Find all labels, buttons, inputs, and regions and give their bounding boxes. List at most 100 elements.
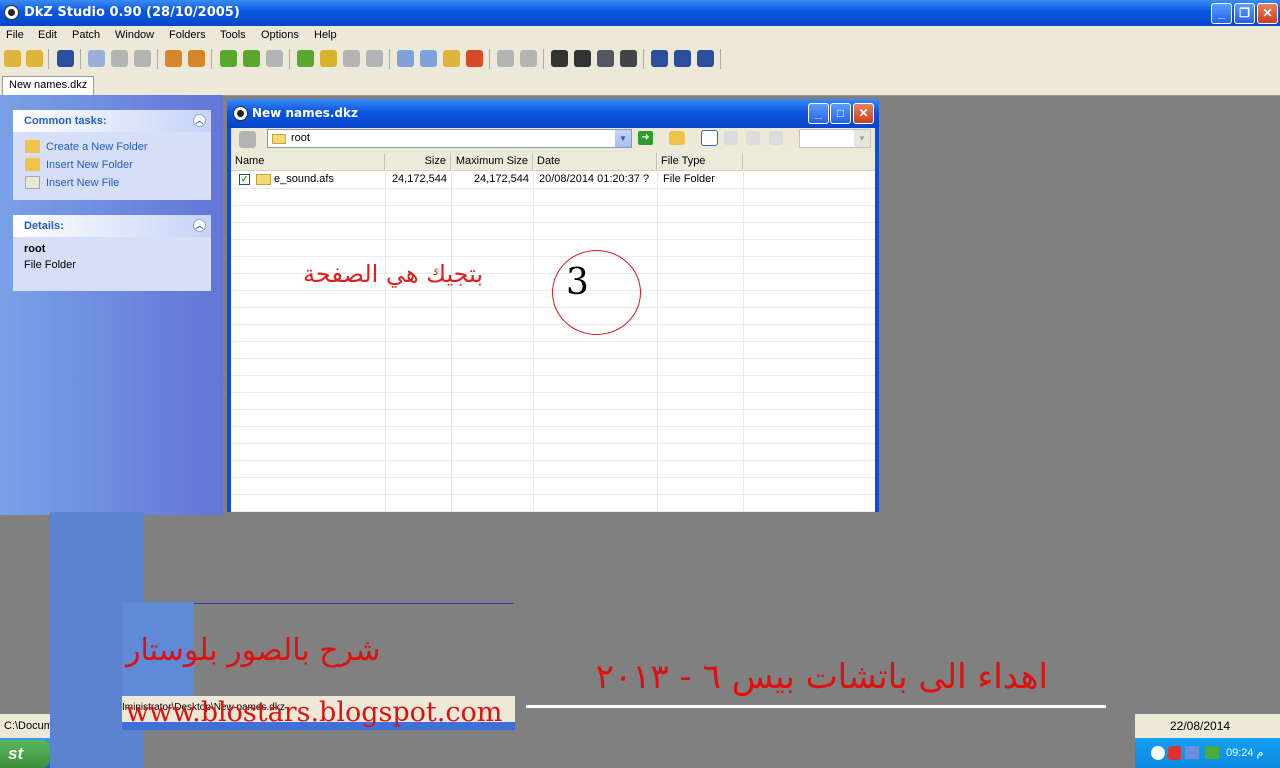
table-row[interactable]: ✓ e_sound.afs 24,172,544 24,172,544 20/0…	[231, 171, 875, 189]
toolbar-separator	[489, 49, 490, 69]
task-pane: Common tasks: ︿ Create a New Folder Inse…	[0, 95, 223, 515]
minimize-button[interactable]: _	[1211, 3, 1232, 24]
empty-row	[231, 409, 875, 427]
rename-icon[interactable]	[443, 50, 460, 67]
child-minimize-button[interactable]: _	[808, 103, 829, 124]
open-recent-icon[interactable]	[26, 50, 43, 67]
common-tasks-header[interactable]: Common tasks: ︿	[13, 110, 211, 132]
empty-row	[231, 358, 875, 376]
menu-file[interactable]: File	[6, 29, 24, 41]
save-icon[interactable]	[57, 50, 74, 67]
insert-file-link[interactable]: Insert New File	[13, 174, 211, 192]
insert-icon[interactable]	[297, 50, 314, 67]
start-button[interactable]: st	[0, 740, 50, 768]
restore-button[interactable]: ❐	[1234, 3, 1255, 24]
column-name[interactable]: Name	[231, 153, 385, 170]
insert-folder-link[interactable]: Insert New Folder	[13, 156, 211, 174]
crc-icon[interactable]	[620, 50, 637, 67]
fit-icon[interactable]	[597, 50, 614, 67]
status-path: C:\Docum	[4, 720, 53, 732]
insert-file-icon	[25, 176, 40, 189]
icons-view-icon[interactable]	[769, 131, 783, 145]
path-combo[interactable]: root ▼	[267, 129, 632, 148]
new-folder-icon	[25, 140, 40, 153]
browse-folder-icon[interactable]	[669, 131, 685, 145]
tile-horizontal-icon[interactable]	[651, 50, 668, 67]
row-checkbox[interactable]: ✓	[239, 174, 250, 185]
toolbar-separator	[643, 49, 644, 69]
disabled-tool-icon[interactable]	[343, 50, 360, 67]
chevron-down-icon[interactable]: ▼	[615, 130, 631, 147]
details-header[interactable]: Details: ︿	[13, 215, 211, 237]
empty-row	[231, 324, 875, 342]
add-folder-icon[interactable]	[220, 50, 237, 67]
chevron-down-icon[interactable]: ▼	[854, 130, 870, 147]
details-panel: Details: ︿ root File Folder	[13, 215, 211, 291]
empty-row	[231, 205, 875, 223]
list-view-icon[interactable]	[724, 131, 738, 145]
column-size[interactable]: Size	[385, 153, 451, 170]
menu-patch[interactable]: Patch	[72, 29, 100, 41]
child-window-title: New names.dkz	[252, 106, 358, 120]
menu-folders[interactable]: Folders	[169, 29, 206, 41]
expand-icon[interactable]	[574, 50, 591, 67]
common-tasks-panel: Common tasks: ︿ Create a New Folder Inse…	[13, 110, 211, 200]
add-file-icon[interactable]	[243, 50, 260, 67]
up-folder-icon[interactable]	[239, 131, 256, 148]
document-tab-strip: New names.dkz	[0, 73, 1280, 96]
tab-new-names[interactable]: New names.dkz	[2, 76, 95, 95]
details-name: root	[24, 243, 46, 255]
menu-edit[interactable]: Edit	[38, 29, 57, 41]
disabled-tool-icon[interactable]	[366, 50, 383, 67]
empty-row	[231, 375, 875, 393]
go-button[interactable]: ➜	[638, 131, 653, 145]
column-max-size[interactable]: Maximum Size	[451, 153, 533, 170]
disabled-tool-icon[interactable]	[497, 50, 514, 67]
address-bar: root ▼ ➜ ▼	[231, 128, 875, 152]
delete-icon[interactable]	[466, 50, 483, 67]
close-button[interactable]: ✕	[1257, 3, 1278, 24]
row-size: 24,172,544	[391, 173, 447, 185]
details-type: File Folder	[24, 259, 76, 271]
import-icon[interactable]	[188, 50, 205, 67]
filter-combo[interactable]: ▼	[799, 129, 871, 148]
disabled-tool-icon[interactable]	[111, 50, 128, 67]
open-icon[interactable]	[4, 50, 21, 67]
disabled-tool-icon[interactable]	[134, 50, 151, 67]
update-icon[interactable]	[1205, 746, 1219, 759]
toolbar-separator	[289, 49, 290, 69]
annotation-text: بتجيك هي الصفحة	[303, 260, 484, 288]
menu-tools[interactable]: Tools	[220, 29, 246, 41]
create-folder-link[interactable]: Create a New Folder	[13, 138, 211, 156]
disabled-tool-icon[interactable]	[520, 50, 537, 67]
clock: 09:24 م	[1226, 747, 1264, 759]
child-maximize-button[interactable]: □	[830, 103, 851, 124]
extract-icon[interactable]	[165, 50, 182, 67]
disabled-tool-icon[interactable]	[266, 50, 283, 67]
column-date[interactable]: Date	[533, 153, 657, 170]
menu-bar: File Edit Patch Window Folders Tools Opt…	[0, 26, 1280, 45]
shield-icon[interactable]	[1168, 746, 1181, 760]
language-icon[interactable]	[1151, 746, 1165, 760]
menu-window[interactable]: Window	[115, 29, 154, 41]
compress-icon[interactable]	[551, 50, 568, 67]
toolbar-separator	[720, 49, 721, 69]
replace-icon[interactable]	[320, 50, 337, 67]
column-file-type[interactable]: File Type	[657, 153, 743, 170]
tree-view-icon[interactable]	[746, 131, 760, 145]
tile-vertical-icon[interactable]	[674, 50, 691, 67]
child-close-button[interactable]: ✕	[853, 103, 874, 124]
status-date: 22/08/2014	[1170, 719, 1231, 733]
network-icon[interactable]	[1185, 746, 1199, 759]
collapse-icon[interactable]: ︿	[193, 219, 206, 232]
blog-url: www.blostars.blogspot.com	[126, 697, 503, 728]
details-view-icon[interactable]	[701, 130, 718, 146]
menu-options[interactable]: Options	[261, 29, 299, 41]
paste-icon[interactable]	[420, 50, 437, 67]
copy-icon[interactable]	[397, 50, 414, 67]
collapse-icon[interactable]: ︿	[193, 114, 206, 127]
insert-file-label: Insert New File	[46, 177, 120, 189]
menu-help[interactable]: Help	[314, 29, 337, 41]
properties-icon[interactable]	[88, 50, 105, 67]
split-view-icon[interactable]	[697, 50, 714, 67]
